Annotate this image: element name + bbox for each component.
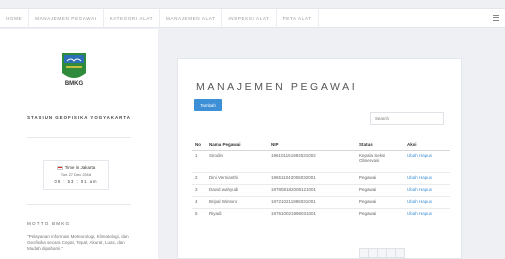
edit-link[interactable]: Ubah — [407, 199, 418, 204]
employee-panel: MANAJEMEN PEGAWAI Tambah No Nama Pegawai… — [177, 58, 462, 259]
svg-text:BMKG: BMKG — [65, 81, 84, 87]
cell-status: Pegawai — [356, 171, 404, 184]
indonesia-flag-icon — [56, 165, 63, 170]
column-header-no: No — [192, 139, 206, 151]
clock-time: 09 : 53 : 01 am — [54, 179, 98, 184]
edit-link[interactable]: Ubah — [407, 175, 418, 180]
edit-link[interactable]: Ubah — [407, 187, 418, 192]
cell-nip: 196511042006032001 — [268, 171, 356, 184]
cell-nama: David wahyudi — [206, 183, 268, 196]
cell-nip: 196101151984031002 — [268, 149, 356, 172]
clock-zone-label: Time in Jakarta — [64, 165, 96, 170]
cell-nama: Bripal Wintoro — [206, 195, 268, 208]
table-row: 2 Dini Vernianthi 196511042006032001 Peg… — [192, 171, 450, 184]
cell-status: Pegawai — [356, 207, 404, 220]
nav-manajemen-pegawai[interactable]: MANAJEMEN PEGAWAI — [29, 9, 104, 27]
table-row: 3 David wahyudi 197808182008121001 Pegaw… — [192, 183, 450, 196]
cell-nama: Riyadi — [206, 207, 268, 220]
edit-link[interactable]: Ubah — [407, 153, 418, 158]
cell-nama: Sirodin — [206, 149, 268, 172]
nav-peta-alat[interactable]: PETA ALAT — [277, 9, 319, 27]
bmkg-logo: BMKG — [58, 49, 90, 89]
divider — [27, 204, 131, 205]
column-header-status: Status — [356, 139, 404, 151]
page-title: MANAJEMEN PEGAWAI — [196, 81, 358, 93]
cell-aksi: Ubah Hapus — [404, 195, 450, 208]
edit-link[interactable]: Ubah — [407, 211, 418, 216]
cell-no: 4 — [192, 195, 206, 208]
cell-aksi: Ubah Hapus — [404, 207, 450, 220]
motto-title: MOTTO BMKG — [27, 221, 71, 226]
cell-status: Kepala Seksi Observasi — [356, 149, 404, 172]
station-name: STASIUN GEOFISIKA YOGYAKARTA — [27, 115, 131, 120]
cell-nip: 197210211996031001 — [268, 195, 356, 208]
search-input[interactable] — [370, 112, 444, 125]
delete-link[interactable]: Hapus — [419, 199, 432, 204]
cell-no: 5 — [192, 207, 206, 220]
motto-text: "Pelayanan informasi Meteorologi, Klimat… — [27, 234, 129, 252]
top-nav-bar: HOME MANAJEMEN PEGAWAI KATEGORI ALAT MAN… — [0, 8, 505, 28]
cell-aksi: Ubah Hapus — [404, 149, 450, 172]
delete-link[interactable]: Hapus — [419, 187, 432, 192]
column-header-aksi: Aksi — [404, 139, 450, 151]
cell-no: 3 — [192, 183, 206, 196]
sidebar: BMKG STASIUN GEOFISIKA YOGYAKARTA Time i… — [0, 29, 158, 259]
column-header-nama: Nama Pegawai — [206, 139, 268, 151]
menu-icon[interactable] — [493, 14, 499, 22]
add-employee-button[interactable]: Tambah — [194, 99, 222, 111]
pagination — [359, 248, 405, 258]
cell-nip: 197510021996031001 — [268, 207, 356, 220]
employee-table: No Nama Pegawai NIP Status Aksi 1 Sirodi… — [192, 139, 450, 220]
clock-zone: Time in Jakarta — [44, 165, 108, 170]
cell-aksi: Ubah Hapus — [404, 171, 450, 184]
cell-status: Pegawai — [356, 195, 404, 208]
delete-link[interactable]: Hapus — [419, 175, 432, 180]
nav-kategori-alat[interactable]: KATEGORI ALAT — [104, 9, 160, 27]
pagination-last-button[interactable] — [395, 248, 405, 258]
cell-status: Pegawai — [356, 183, 404, 196]
divider — [27, 137, 131, 138]
cell-nama: Dini Vernianthi — [206, 171, 268, 184]
delete-link[interactable]: Hapus — [419, 153, 432, 158]
cell-aksi: Ubah Hapus — [404, 183, 450, 196]
clock-date: Tue 27 Dec 2016 — [60, 172, 92, 177]
table-row: 4 Bripal Wintoro 197210211996031001 Pega… — [192, 195, 450, 208]
delete-link[interactable]: Hapus — [419, 211, 432, 216]
nav-home[interactable]: HOME — [0, 9, 30, 27]
clock-widget: Time in Jakarta Tue 27 Dec 2016 09 : 53 … — [43, 160, 109, 190]
cell-no: 2 — [192, 171, 206, 184]
column-header-nip: NIP — [268, 139, 356, 151]
cell-nip: 197808182008121001 — [268, 183, 356, 196]
nav-inspeksi-alat[interactable]: INSPEKSI ALAT — [222, 9, 277, 27]
table-row: 1 Sirodin 196101151984031002 Kepala Seks… — [192, 149, 450, 172]
cell-no: 1 — [192, 149, 206, 172]
nav-manajemen-alat[interactable]: MANAJEMEN ALAT — [160, 9, 223, 27]
table-row: 5 Riyadi 197510021996031001 Pegawai Ubah… — [192, 207, 450, 220]
